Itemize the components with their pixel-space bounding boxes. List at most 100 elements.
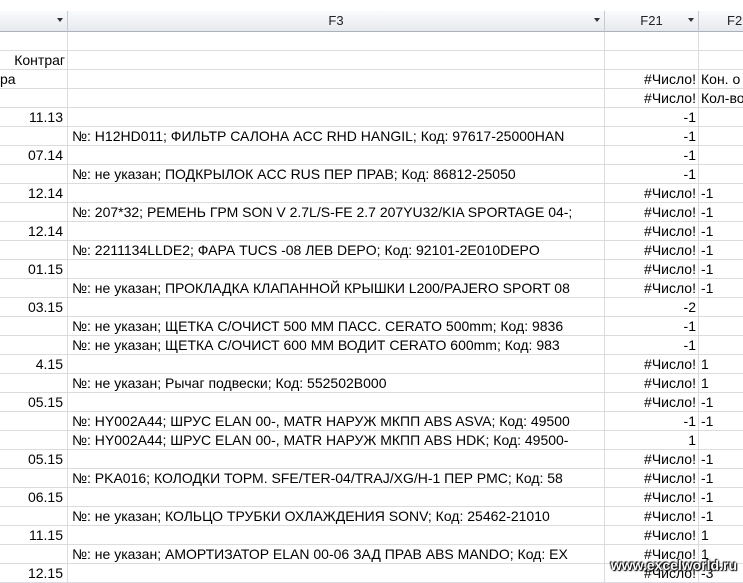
table-cell[interactable]: №: HY002A44; ШРУС ELAN 00-, MATR НАРУЖ М… (68, 412, 605, 431)
table-cell[interactable]: 12.14 (0, 184, 68, 203)
table-cell[interactable]: №: не указан; ПОДКРЫЛОК ACC RUS ПЕР ПРАВ… (68, 165, 605, 184)
table-row[interactable]: 4.15 #Число! 1 (0, 355, 743, 374)
table-cell[interactable] (0, 545, 68, 564)
table-cell[interactable]: #Число! (605, 374, 699, 393)
column-header-f2[interactable]: F2 (699, 11, 743, 32)
table-cell[interactable]: 03.15 (0, 298, 68, 317)
table-cell[interactable] (699, 431, 743, 450)
table-cell[interactable] (68, 89, 605, 108)
table-cell[interactable]: #Число! (605, 222, 699, 241)
table-cell[interactable]: -1 (699, 412, 743, 431)
table-cell[interactable]: #Число! (605, 203, 699, 222)
table-row[interactable]: №: не указан; ЩЕТКА С/ОЧИСТ 500 ММ ПАСС.… (0, 317, 743, 336)
table-row[interactable]: 11.15 #Число! 1 (0, 526, 743, 545)
table-cell[interactable]: #Число! (605, 279, 699, 298)
table-row[interactable]: ра #Число! Кон. о (0, 70, 743, 89)
table-cell[interactable] (0, 241, 68, 260)
table-cell[interactable]: #Число! (605, 260, 699, 279)
table-cell[interactable]: -1 (605, 336, 699, 355)
table-row[interactable]: 12.14 #Число! -1 (0, 184, 743, 203)
table-cell[interactable]: -1 (699, 260, 743, 279)
table-cell[interactable]: -1 (605, 146, 699, 165)
table-row[interactable]: №: 207*32; РЕМЕНЬ ГРМ SON V 2.7L/S-FE 2.… (0, 203, 743, 222)
table-cell[interactable] (68, 70, 605, 89)
table-cell[interactable]: -1 (699, 393, 743, 412)
table-row[interactable]: 06.15 #Число! -1 (0, 488, 743, 507)
table-row[interactable]: 07.14 -1 (0, 146, 743, 165)
table-cell[interactable] (68, 298, 605, 317)
table-row[interactable]: №: не указан; КОЛЬЦО ТРУБКИ ОХЛАЖДЕНИЯ S… (0, 507, 743, 526)
table-row[interactable]: 11.13 -1 (0, 108, 743, 127)
table-cell[interactable]: -2 (605, 298, 699, 317)
table-cell[interactable]: -1 (699, 184, 743, 203)
table-cell[interactable] (68, 488, 605, 507)
table-cell[interactable]: 01.15 (0, 260, 68, 279)
table-cell[interactable]: 1 (699, 355, 743, 374)
column-header-f21[interactable]: F21 (605, 11, 699, 32)
table-cell[interactable]: 1 (605, 431, 699, 450)
table-cell[interactable] (0, 412, 68, 431)
table-cell[interactable]: -1 (605, 412, 699, 431)
table-cell[interactable]: №: PKA016; КОЛОДКИ ТОРМ. SFE/TER-04/TRAJ… (68, 469, 605, 488)
table-cell[interactable] (68, 450, 605, 469)
table-cell[interactable]: 05.15 (0, 450, 68, 469)
table-row[interactable]: 05.15 #Число! -1 (0, 393, 743, 412)
table-row[interactable]: №: не указан; ПОДКРЫЛОК ACC RUS ПЕР ПРАВ… (0, 165, 743, 184)
table-cell[interactable]: 1 (699, 526, 743, 545)
table-cell[interactable]: №: не указан; КОЛЬЦО ТРУБКИ ОХЛАЖДЕНИЯ S… (68, 507, 605, 526)
table-cell[interactable] (0, 374, 68, 393)
table-row[interactable]: 05.15 #Число! -1 (0, 450, 743, 469)
table-cell[interactable]: #Число! (605, 488, 699, 507)
table-cell[interactable]: #Число! (605, 393, 699, 412)
table-row[interactable]: №: не указан; ПРОКЛАДКА КЛАПАННОЙ КРЫШКИ… (0, 279, 743, 298)
table-cell[interactable] (0, 336, 68, 355)
table-cell[interactable] (68, 526, 605, 545)
table-row[interactable] (0, 32, 743, 51)
table-cell[interactable] (0, 431, 68, 450)
table-cell[interactable] (699, 165, 743, 184)
table-cell[interactable]: 1 (699, 374, 743, 393)
table-cell[interactable]: -1 (699, 222, 743, 241)
column-header-f3[interactable]: F3 (68, 11, 605, 32)
table-cell[interactable]: №: HY002A44; ШРУС ELAN 00-, MATR НАРУЖ М… (68, 431, 605, 450)
table-cell[interactable] (699, 298, 743, 317)
table-cell[interactable] (0, 203, 68, 222)
table-cell[interactable]: №: 207*32; РЕМЕНЬ ГРМ SON V 2.7L/S-FE 2.… (68, 203, 605, 222)
table-cell[interactable]: #Число! (605, 526, 699, 545)
table-cell[interactable] (68, 222, 605, 241)
table-row[interactable]: Контраг (0, 51, 743, 70)
table-cell[interactable] (68, 32, 605, 51)
table-cell[interactable]: №: не указан; АМОРТИЗАТОР ELAN 00-06 ЗАД… (68, 545, 605, 564)
table-cell[interactable] (699, 127, 743, 146)
table-cell[interactable]: 11.15 (0, 526, 68, 545)
table-cell[interactable]: ра (0, 70, 68, 89)
table-cell[interactable]: #Число! (605, 469, 699, 488)
table-cell[interactable]: №: не указан; ЩЕТКА С/ОЧИСТ 600 ММ ВОДИТ… (68, 336, 605, 355)
table-cell[interactable]: Контраг (0, 51, 68, 70)
table-row[interactable]: №: PKA016; КОЛОДКИ ТОРМ. SFE/TER-04/TRAJ… (0, 469, 743, 488)
table-cell[interactable]: -1 (605, 108, 699, 127)
table-cell[interactable] (68, 51, 605, 70)
table-cell[interactable]: #Число! (605, 507, 699, 526)
table-cell[interactable]: 07.14 (0, 146, 68, 165)
table-cell[interactable] (68, 108, 605, 127)
table-cell[interactable]: №: H12HD011; ФИЛЬТР САЛОНА ACC RHD HANGI… (68, 127, 605, 146)
table-cell[interactable] (699, 108, 743, 127)
column-header-1[interactable] (0, 11, 68, 32)
table-cell[interactable]: №: 2211134LLDE2; ФАРА TUCS -08 ЛЕВ DEPO;… (68, 241, 605, 260)
table-cell[interactable] (68, 393, 605, 412)
table-cell[interactable] (699, 32, 743, 51)
table-cell[interactable]: -1 (699, 507, 743, 526)
table-cell[interactable] (0, 165, 68, 184)
table-row[interactable]: #Число! Кол-во (0, 89, 743, 108)
table-cell[interactable]: 12.14 (0, 222, 68, 241)
table-cell[interactable] (699, 146, 743, 165)
table-cell[interactable]: -1 (605, 165, 699, 184)
table-row[interactable]: №: HY002A44; ШРУС ELAN 00-, MATR НАРУЖ М… (0, 431, 743, 450)
table-cell[interactable] (0, 89, 68, 108)
table-cell[interactable]: -1 (699, 203, 743, 222)
table-cell[interactable]: -1 (699, 450, 743, 469)
table-cell[interactable]: 11.13 (0, 108, 68, 127)
table-cell[interactable] (699, 336, 743, 355)
table-cell[interactable]: -1 (699, 488, 743, 507)
